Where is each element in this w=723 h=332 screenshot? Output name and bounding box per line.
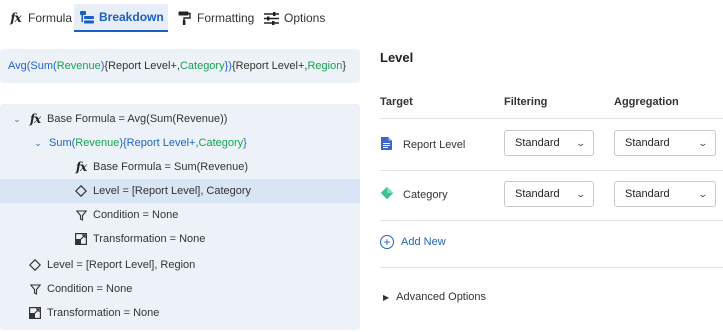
divider: [380, 118, 723, 119]
transformation-icon: [74, 232, 88, 246]
aggregation-select-report-level[interactable]: Standard ⌄: [614, 130, 716, 156]
tab-formula[interactable]: fx Formula: [2, 4, 78, 32]
fx-icon: fx: [29, 112, 41, 126]
fx-icon: fx: [75, 160, 87, 174]
filter-icon: [74, 208, 88, 222]
filtering-select-value: Standard: [515, 137, 560, 149]
diamond-outline-icon: [28, 258, 42, 272]
filtering-select-report-level[interactable]: Standard ⌄: [504, 130, 594, 156]
tree-condition[interactable]: Condition = None: [0, 277, 360, 301]
tab-breakdown-label: Breakdown: [99, 10, 164, 24]
target-row-category: Category: [380, 186, 448, 203]
paint-roller-icon: [177, 11, 192, 26]
chevron-down-icon: ⌄: [697, 137, 709, 148]
tree-level[interactable]: Level = [Report Level], Region: [0, 253, 360, 277]
tree-transformation-label: Transformation = None: [47, 307, 160, 319]
tree-child-base-formula[interactable]: fx Base Formula = Sum(Revenue): [0, 155, 360, 179]
formula-sum: Sum(: [30, 60, 57, 72]
chevron-down-icon[interactable]: ⌄: [33, 138, 43, 149]
tab-breakdown[interactable]: Breakdown: [74, 4, 168, 32]
breakdown-icon: [80, 10, 94, 25]
transformation-icon: [28, 306, 42, 320]
tree-transformation[interactable]: Transformation = None: [0, 301, 360, 325]
aggregation-select-value: Standard: [625, 137, 670, 149]
tree-base-formula-label: Base Formula = Avg(Sum(Revenue)): [47, 113, 228, 125]
tree-sum-category: Category: [198, 137, 244, 149]
formula-tree: ⌄ fx Base Formula = Avg(Sum(Revenue)) ⌄ …: [0, 104, 360, 330]
formula-close2: }: [342, 60, 347, 72]
tree-sum-mid: ){Report Level+,: [119, 137, 199, 149]
tree-sum-end: }: [243, 137, 247, 149]
tree-child-transformation[interactable]: Transformation = None: [0, 227, 360, 251]
chevron-down-icon: ⌄: [575, 188, 587, 199]
filtering-select-value: Standard: [515, 188, 560, 200]
tab-formula-label: Formula: [28, 11, 73, 25]
advanced-options-toggle[interactable]: ▶ Advanced Options: [383, 291, 486, 303]
sliders-icon: [264, 11, 279, 26]
tab-options[interactable]: Options: [258, 4, 331, 32]
tree-sum-fn: Sum(: [49, 137, 76, 149]
formula-revenue: Revenue: [56, 60, 101, 72]
target-row-report-level: Report Level: [380, 136, 465, 154]
filtering-select-category[interactable]: Standard ⌄: [504, 181, 594, 207]
filter-icon: [28, 282, 42, 296]
plus-circle-icon: +: [380, 235, 394, 249]
chevron-down-icon: ⌄: [575, 137, 587, 148]
divider: [380, 267, 723, 268]
col-header-target: Target: [380, 96, 413, 108]
add-new-label: Add New: [401, 236, 446, 248]
tree-level-label: Level = [Report Level], Region: [47, 259, 196, 271]
col-header-filtering: Filtering: [504, 96, 548, 108]
target-category-label: Category: [403, 188, 448, 201]
document-icon: [380, 136, 393, 154]
tab-formatting-label: Formatting: [197, 11, 255, 25]
tree-child-level-label: Level = [Report Level], Category: [93, 185, 252, 197]
tree-child-transformation-label: Transformation = None: [93, 233, 206, 245]
diamond-icon: [380, 186, 394, 203]
aggregation-select-category[interactable]: Standard ⌄: [614, 181, 716, 207]
tree-base-formula[interactable]: ⌄ fx Base Formula = Avg(Sum(Revenue)): [0, 107, 360, 131]
formula-category: Category: [179, 60, 225, 72]
fx-icon: fx: [10, 11, 21, 25]
tree-sum-revenue: Revenue: [75, 137, 120, 149]
formula-close1: }): [224, 60, 232, 72]
divider: [380, 170, 723, 171]
tree-child-base-formula-label: Base Formula = Sum(Revenue): [93, 161, 248, 173]
tab-options-label: Options: [284, 11, 326, 25]
diamond-outline-icon: [74, 184, 88, 198]
tree-sum-node[interactable]: ⌄ Sum(Revenue){Report Level+, Category}: [0, 131, 360, 155]
formula-summary[interactable]: Avg(Sum(Revenue) {Report Level+, Category}…: [0, 49, 360, 83]
panel-title: Level: [380, 50, 414, 65]
formula-region: Region: [307, 60, 343, 72]
target-report-level-label: Report Level: [403, 139, 466, 151]
advanced-options-label: Advanced Options: [396, 291, 487, 303]
tree-child-condition[interactable]: Condition = None: [0, 203, 360, 227]
chevron-down-icon: ⌄: [697, 188, 709, 199]
caret-right-icon: ▶: [383, 292, 390, 302]
tree-condition-label: Condition = None: [47, 283, 133, 295]
col-header-aggregation: Aggregation: [614, 96, 679, 108]
formula-level-open: {Report Level+,: [104, 60, 180, 72]
aggregation-select-value: Standard: [625, 188, 670, 200]
add-new-button[interactable]: + Add New: [380, 235, 446, 249]
tab-bar: fx Formula Breakdown Formatting Options: [0, 0, 723, 36]
divider: [380, 220, 723, 221]
formula-avg: Avg(: [8, 60, 31, 72]
tree-child-condition-label: Condition = None: [93, 209, 179, 221]
formula-level-open2: {Report Level+,: [231, 60, 308, 72]
chevron-down-icon[interactable]: ⌄: [12, 114, 22, 125]
tab-formatting[interactable]: Formatting: [171, 4, 260, 32]
tree-child-level[interactable]: Level = [Report Level], Category: [0, 179, 360, 203]
